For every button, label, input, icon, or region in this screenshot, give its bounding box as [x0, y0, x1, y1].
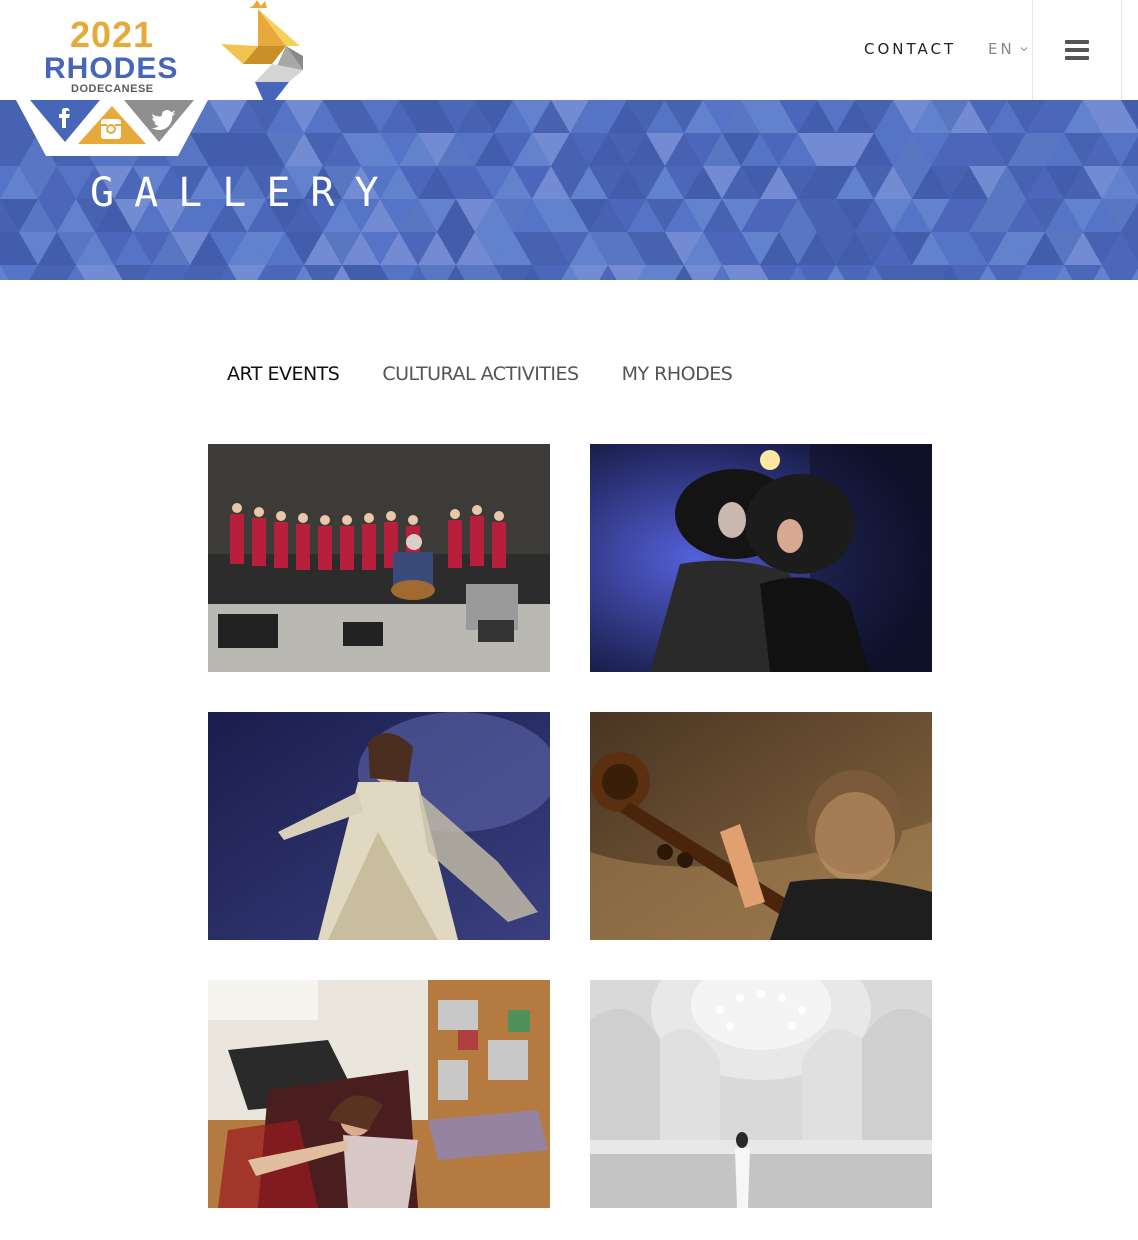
- hamburger-menu-icon: [1065, 40, 1089, 60]
- performer-on-floor-image: [208, 980, 550, 1208]
- logo-mark-icon: [221, 0, 303, 100]
- white-domed-interior-image: [590, 980, 932, 1208]
- gallery-photo-theatre-performers[interactable]: [590, 444, 932, 672]
- instagram-icon[interactable]: [101, 119, 121, 139]
- gallery-grid: [208, 444, 932, 1208]
- social-links: [16, 100, 208, 156]
- site-logo[interactable]: 2021 RHODES DODECANESE: [40, 0, 310, 100]
- logo-name: RHODES: [44, 52, 179, 85]
- nav-contact-link[interactable]: CONTACT: [864, 40, 956, 58]
- gallery-tabs: ART EVENTS CULTURAL ACTIVITIES MY RHODES: [227, 363, 733, 385]
- gallery-photo-cellist[interactable]: [590, 712, 932, 940]
- cellist-image: [590, 712, 932, 940]
- tab-my-rhodes[interactable]: MY RHODES: [622, 363, 733, 385]
- logo-sub: DODECANESE: [71, 83, 154, 95]
- menu-button[interactable]: [1032, 0, 1122, 100]
- language-label: EN: [988, 40, 1015, 58]
- site-header: 2021 RHODES DODECANESE CONTACT EN: [0, 0, 1138, 100]
- language-selector[interactable]: EN: [988, 40, 1029, 58]
- gallery-photo-dancer-in-white[interactable]: [208, 712, 550, 940]
- gallery-photo-white-domed-interior[interactable]: [590, 980, 932, 1208]
- chevron-down-icon: [1020, 47, 1028, 52]
- gallery-photo-performer-on-floor[interactable]: [208, 980, 550, 1208]
- tab-art-events[interactable]: ART EVENTS: [227, 363, 340, 385]
- dancer-in-white-image: [208, 712, 550, 940]
- tab-cultural-activities[interactable]: CULTURAL ACTIVITIES: [382, 363, 579, 385]
- page-title: GALLERY: [90, 170, 399, 216]
- theatre-performers-image: [590, 444, 932, 672]
- logo-year: 2021: [70, 14, 155, 55]
- choir-concert-image: [208, 444, 550, 672]
- gallery-photo-choir-concert[interactable]: [208, 444, 550, 672]
